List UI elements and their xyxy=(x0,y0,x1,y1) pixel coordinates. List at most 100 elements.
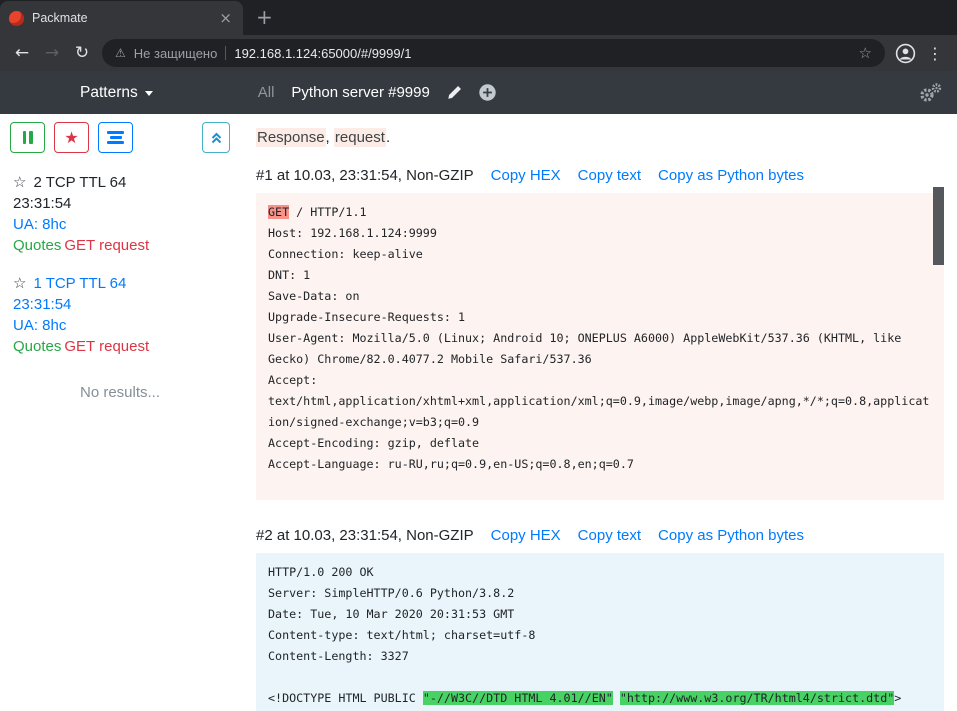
pause-icon xyxy=(23,131,27,144)
stream-tag: GET request xyxy=(64,237,149,254)
packet-line xyxy=(268,667,932,688)
stream-item[interactable]: ☆1 TCP TTL 6423:31:54UA: 8hcQuotesGET re… xyxy=(10,273,230,357)
list-icon xyxy=(110,136,122,139)
collapse-sidebar-button[interactable] xyxy=(202,122,230,153)
copy-action-link[interactable]: Copy text xyxy=(578,527,641,544)
favorite-star-icon[interactable]: ☆ xyxy=(13,172,26,193)
tab-service[interactable]: Python server #9999 xyxy=(291,84,429,101)
not-secure-warning-icon: ⚠ xyxy=(115,46,126,60)
stream-tag: Quotes xyxy=(13,237,61,254)
stream-time: 23:31:54 xyxy=(13,193,230,214)
pattern-chips: Response, request. xyxy=(256,129,944,146)
copy-action-link[interactable]: Copy text xyxy=(578,167,641,184)
reload-button[interactable]: ↻ xyxy=(67,38,97,68)
patterns-label: Patterns xyxy=(80,84,138,102)
favorites-filter-button[interactable]: ★ xyxy=(54,122,89,153)
no-results-text: No results... xyxy=(10,384,230,401)
stream-time: 23:31:54 xyxy=(13,294,230,315)
packet-line: Host: 192.168.1.124:9999 xyxy=(268,223,932,244)
add-service-plus-icon[interactable] xyxy=(479,84,496,101)
packet-line: GET / HTTP/1.1 xyxy=(268,202,932,223)
tab-title: Packmate xyxy=(32,11,209,25)
pause-capture-button[interactable] xyxy=(10,122,45,153)
stream-list: ☆2 TCP TTL 6423:31:54UA: 8hcQuotesGET re… xyxy=(10,172,230,357)
bookmark-star-icon[interactable]: ☆ xyxy=(859,44,872,62)
stream-item[interactable]: ☆2 TCP TTL 6423:31:54UA: 8hcQuotesGET re… xyxy=(10,172,230,256)
packet-view: Response, request. #1 at 10.03, 23:31:54… xyxy=(240,114,957,711)
security-label[interactable]: Не защищено xyxy=(134,46,218,61)
packet-line: Upgrade-Insecure-Requests: 1 xyxy=(268,307,932,328)
copy-action-link[interactable]: Copy as Python bytes xyxy=(658,167,804,184)
stream-sidebar: ★ ☆2 TCP TTL 6423:31:54UA: 8hcQuotesGET … xyxy=(0,114,240,711)
settings-gears-icon[interactable] xyxy=(918,83,942,102)
pattern-chip: request xyxy=(334,128,386,147)
url-text[interactable]: 192.168.1.124:65000/#/9999/1 xyxy=(234,46,850,61)
favorite-star-icon[interactable]: ☆ xyxy=(13,273,26,294)
browser-tab[interactable]: Packmate × xyxy=(0,1,243,35)
list-icon xyxy=(107,141,124,144)
sidebar-toolbar: ★ xyxy=(10,122,230,153)
packet-header: #2 at 10.03, 23:31:54, Non-GZIP Copy HEX C… xyxy=(256,527,944,544)
copy-action-link[interactable]: Copy as Python bytes xyxy=(658,527,804,544)
stream-tag: Quotes xyxy=(13,338,61,355)
packet: #1 at 10.03, 23:31:54, Non-GZIP Copy HEX C… xyxy=(256,167,944,500)
stream-title: 2 TCP TTL 64 xyxy=(33,172,126,193)
pattern-match-highlight: "http://www.w3.org/TR/html4/strict.dtd" xyxy=(620,691,894,705)
stream-ua: UA: 8hc xyxy=(13,214,230,235)
packet-list: #1 at 10.03, 23:31:54, Non-GZIP Copy HEX C… xyxy=(256,167,944,711)
list-view-button[interactable] xyxy=(98,122,133,153)
copy-action-link[interactable]: Copy HEX xyxy=(491,167,561,184)
stream-tag: GET request xyxy=(64,338,149,355)
packet-body: HTTP/1.0 200 OKServer: SimpleHTTP/0.6 Py… xyxy=(256,553,944,711)
patterns-dropdown[interactable]: Patterns xyxy=(80,84,153,102)
browser-toolbar: ← → ↻ ⚠ Не защищено 192.168.1.124:65000/… xyxy=(0,35,957,71)
packet-header: #1 at 10.03, 23:31:54, Non-GZIP Copy HEX C… xyxy=(256,167,944,184)
stream-tags: QuotesGET request xyxy=(13,336,230,357)
profile-avatar-icon[interactable] xyxy=(890,38,920,68)
back-button[interactable]: ← xyxy=(7,38,37,68)
packet-line: User-Agent: Mozilla/5.0 (Linux; Android … xyxy=(268,328,932,370)
copy-action-link[interactable]: Copy HEX xyxy=(491,527,561,544)
packmate-favicon-icon xyxy=(9,11,24,26)
address-bar[interactable]: ⚠ Не защищено 192.168.1.124:65000/#/9999… xyxy=(102,39,885,67)
pause-icon xyxy=(29,131,33,144)
packet-line: Content-Length: 3327 xyxy=(268,646,932,667)
forward-button[interactable]: → xyxy=(37,38,67,68)
tab-close-icon[interactable]: × xyxy=(217,9,234,28)
browser-menu-icon[interactable]: ⋮ xyxy=(920,38,950,68)
packet-meta: #1 at 10.03, 23:31:54, Non-GZIP xyxy=(256,167,474,184)
list-icon xyxy=(107,131,124,134)
edit-service-pencil-icon[interactable] xyxy=(447,85,462,100)
stream-ua: UA: 8hc xyxy=(13,315,230,336)
packet-line: Date: Tue, 10 Mar 2020 20:31:53 GMT xyxy=(268,604,932,625)
omnibox-divider xyxy=(225,46,226,60)
packet-line: Connection: keep-alive xyxy=(268,244,932,265)
double-chevron-up-icon xyxy=(209,130,224,145)
packet-line: <!DOCTYPE HTML PUBLIC "-//W3C//DTD HTML … xyxy=(268,688,932,709)
packet-line: Accept-Encoding: gzip, deflate xyxy=(268,433,932,454)
packet-line: HTTP/1.0 200 OK xyxy=(268,562,932,583)
packet-line: Content-type: text/html; charset=utf-8 xyxy=(268,625,932,646)
packet-line: Server: SimpleHTTP/0.6 Python/3.8.2 xyxy=(268,583,932,604)
new-tab-button[interactable]: + xyxy=(256,7,273,27)
packet: #2 at 10.03, 23:31:54, Non-GZIP Copy HEX C… xyxy=(256,527,944,711)
packet-body: GET / HTTP/1.1Host: 192.168.1.124:9999Co… xyxy=(256,193,944,500)
pattern-match-highlight: GET xyxy=(268,205,289,219)
scrollbar-thumb[interactable] xyxy=(933,187,944,265)
packet-line: Accept-Language: ru-RU,ru;q=0.9,en-US;q=… xyxy=(268,454,932,475)
content-area: ★ ☆2 TCP TTL 6423:31:54UA: 8hcQuotesGET … xyxy=(0,114,957,711)
packet-line: Accept: text/html,application/xhtml+xml,… xyxy=(268,370,932,433)
pattern-chip: Response xyxy=(256,128,326,147)
tab-all[interactable]: All xyxy=(258,84,275,101)
browser-tab-strip: Packmate × + xyxy=(0,0,957,35)
stream-title: 1 TCP TTL 64 xyxy=(33,273,126,294)
caret-down-icon xyxy=(145,91,153,96)
packet-line: DNT: 1 xyxy=(268,265,932,286)
app-navbar: Patterns All Python server #9999 xyxy=(0,71,957,114)
packet-line: Save-Data: on xyxy=(268,286,932,307)
browser-window: Packmate × + ← → ↻ ⚠ Не защищено 192.168… xyxy=(0,0,957,711)
stream-tags: QuotesGET request xyxy=(13,235,230,256)
packet-meta: #2 at 10.03, 23:31:54, Non-GZIP xyxy=(256,527,474,544)
pattern-match-highlight: "-//W3C//DTD HTML 4.01//EN" xyxy=(423,691,613,705)
service-tabs: All Python server #9999 xyxy=(258,84,496,101)
